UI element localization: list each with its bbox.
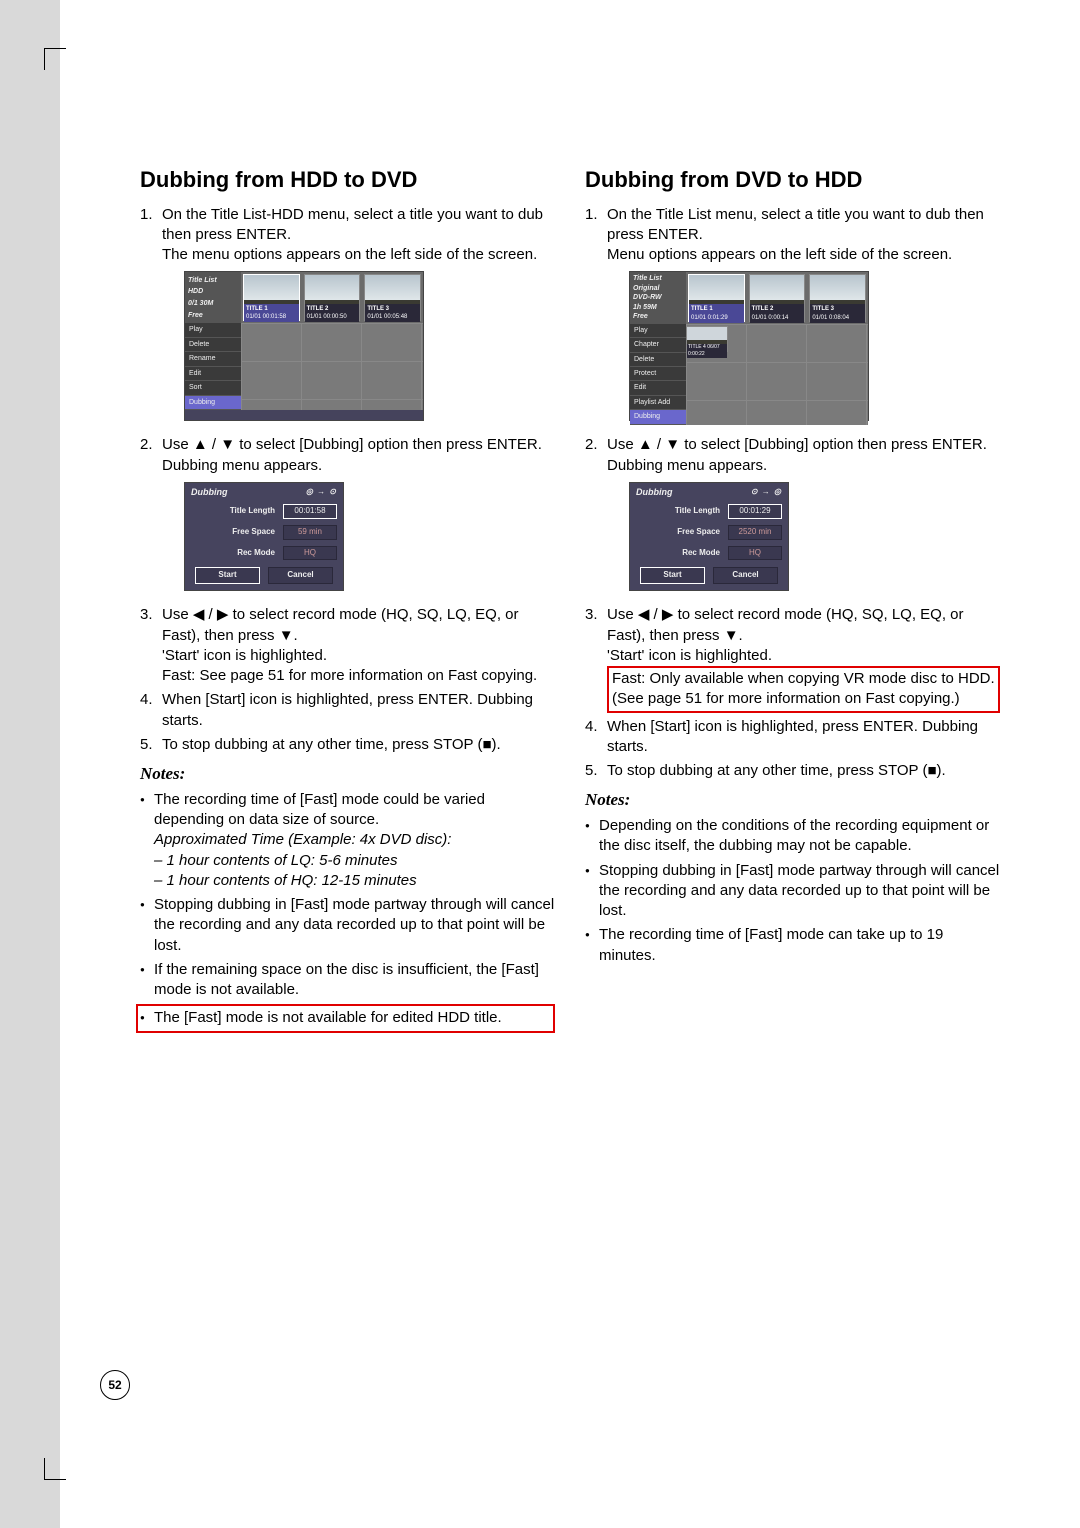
fig-thumbnail: TITLE 201/01 0:00:14: [749, 274, 806, 321]
fig-header: Title List: [188, 276, 238, 285]
fig-dub-direction-icon: ◎ → ⊙: [306, 487, 337, 498]
step-text: To stop dubbing at any other time, press…: [607, 762, 946, 779]
step-number: 3.: [140, 605, 162, 686]
column-right: Dubbing from DVD to HDD 1. On the Title …: [585, 165, 1000, 1408]
fig-menu: Play Chapter Delete Protect Edit Playlis…: [630, 324, 686, 425]
step-number: 2.: [140, 435, 162, 601]
step-number: 4.: [585, 717, 607, 758]
note-text: The recording time of [Fast] mode could …: [154, 791, 485, 828]
step-text: When [Start] icon is highlighted, press …: [162, 691, 533, 728]
note-text: If the remaining space on the disc is in…: [154, 960, 555, 1001]
figure-title-list-left: Title List HDD 0/1 30M Free TITLE 101/01…: [184, 271, 555, 421]
fig-side-text: 0/1 30M: [188, 299, 238, 308]
note-text: Stopping dubbing in [Fast] mode partway …: [154, 895, 555, 956]
figure-title-list-right: Title List Original DVD-RW 1h 59M Free: [629, 271, 1000, 421]
crop-mark-top-left: [44, 48, 66, 70]
step-text: The menu options appears on the left sid…: [162, 246, 537, 263]
notes-heading: Notes:: [585, 789, 1000, 812]
fig-start-button: Start: [195, 567, 260, 584]
step-number: 5.: [585, 761, 607, 781]
step-number: 1.: [140, 205, 162, 432]
step-number: 3.: [585, 605, 607, 712]
steps-right: 1. On the Title List menu, select a titl…: [585, 205, 1000, 782]
fig-side-text: HDD: [188, 287, 238, 296]
fig-side-text: Free: [188, 311, 238, 320]
fig-side-text: Original: [633, 284, 683, 293]
note-text: The [Fast] mode is not available for edi…: [154, 1008, 551, 1028]
notes-list-right: Depending on the conditions of the recor…: [585, 816, 1000, 966]
figure-dubbing-left: Dubbing ◎ → ⊙ Title Length00:01:58 Free …: [184, 482, 555, 591]
note-italic: – 1 hour contents of HQ: 12-15 minutes: [154, 872, 417, 889]
page-margin-bar: [0, 0, 60, 1528]
step-text: Use ▲ / ▼ to select [Dubbing] option the…: [162, 436, 542, 453]
fig-dub-title: Dubbing: [636, 486, 673, 498]
step-text: 'Start' icon is highlighted.: [607, 647, 772, 664]
step-text: On the Title List menu, select a title y…: [607, 206, 984, 243]
fig-thumbnail: TITLE 301/01 00:05:48: [364, 274, 421, 321]
fig-side-text: 1h 59M: [633, 303, 683, 312]
fig-dub-direction-icon: ⊙ → ◎: [751, 487, 782, 498]
fig-menu: Play Delete Rename Edit Sort Dubbing: [185, 323, 241, 410]
callout-highlight: The [Fast] mode is not available for edi…: [136, 1004, 555, 1032]
fig-thumbnail: TITLE 101/01 0:01:29: [688, 274, 745, 321]
steps-left: 1. On the Title List-HDD menu, select a …: [140, 205, 555, 755]
fig-side-text: Free: [633, 312, 683, 321]
fig-thumbnail: TITLE 201/01 00:00:50: [304, 274, 361, 321]
step-number: 4.: [140, 690, 162, 731]
callout-highlight: Fast: Only available when copying VR mod…: [607, 666, 1000, 713]
step-text: Use ◀ / ▶ to select record mode (HQ, SQ,…: [607, 606, 964, 643]
step-text: Fast: See page 51 for more information o…: [162, 667, 537, 684]
step-number: 5.: [140, 735, 162, 755]
step-text: Use ▲ / ▼ to select [Dubbing] option the…: [607, 436, 987, 453]
notes-heading: Notes:: [140, 763, 555, 786]
step-text: Fast: Only available when copying VR mod…: [612, 670, 995, 707]
heading-right: Dubbing from DVD to HDD: [585, 165, 1000, 195]
fig-cancel-button: Cancel: [713, 567, 778, 584]
page-content: Dubbing from HDD to DVD 1. On the Title …: [140, 165, 1000, 1408]
step-number: 2.: [585, 435, 607, 601]
fig-thumbnail: TITLE 301/01 0:08:04: [809, 274, 866, 321]
step-text: Menu options appears on the left side of…: [607, 246, 952, 263]
note-italic: Approximated Time (Example: 4x DVD disc)…: [154, 831, 451, 848]
fig-thumbnail: TITLE 4 06/07 0:00:22: [686, 326, 728, 352]
step-text: To stop dubbing at any other time, press…: [162, 736, 501, 753]
fig-header: Title List: [633, 274, 683, 283]
note-text: Depending on the conditions of the recor…: [599, 816, 1000, 857]
column-left: Dubbing from HDD to DVD 1. On the Title …: [140, 165, 555, 1408]
figure-dubbing-right: Dubbing ⊙ → ◎ Title Length00:01:29 Free …: [629, 482, 1000, 591]
heading-left: Dubbing from HDD to DVD: [140, 165, 555, 195]
fig-cancel-button: Cancel: [268, 567, 333, 584]
step-text: Use ◀ / ▶ to select record mode (HQ, SQ,…: [162, 606, 519, 643]
step-text: Dubbing menu appears.: [162, 457, 322, 474]
step-text: When [Start] icon is highlighted, press …: [607, 718, 978, 755]
step-text: Dubbing menu appears.: [607, 457, 767, 474]
fig-start-button: Start: [640, 567, 705, 584]
fig-thumbnail: TITLE 101/01 00:01:58: [243, 274, 300, 321]
page-number: 52: [100, 1370, 130, 1400]
crop-mark-bottom-left: [44, 1458, 66, 1480]
note-italic: – 1 hour contents of LQ: 5-6 minutes: [154, 852, 397, 869]
step-text: 'Start' icon is highlighted.: [162, 647, 327, 664]
notes-list-left: The recording time of [Fast] mode could …: [140, 790, 555, 1033]
fig-dub-title: Dubbing: [191, 486, 228, 498]
step-text: On the Title List-HDD menu, select a tit…: [162, 206, 543, 243]
note-text: Stopping dubbing in [Fast] mode partway …: [599, 861, 1000, 922]
note-text: The recording time of [Fast] mode can ta…: [599, 925, 1000, 966]
step-number: 1.: [585, 205, 607, 432]
fig-side-text: DVD-RW: [633, 293, 683, 302]
